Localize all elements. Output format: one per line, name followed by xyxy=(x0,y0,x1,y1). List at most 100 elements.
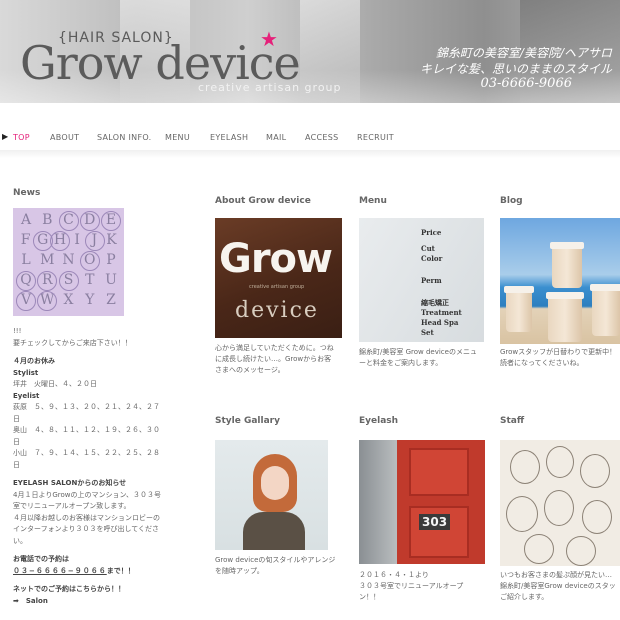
letter: F xyxy=(20,232,31,248)
news-line: 坪井 火曜日、４、２０日 xyxy=(13,380,97,388)
news-line: 室でリニューアルオープン致します。 xyxy=(13,502,131,510)
news-line: 小山 ７、９、１４、１５、２２、２５、２８ xyxy=(13,449,160,457)
nav-arrow-icon: ▶ xyxy=(2,132,9,141)
news-line: Stylist xyxy=(13,368,39,377)
header-banner: {HAIR SALON} Grow device ★ creative arti… xyxy=(0,0,620,103)
letter: U xyxy=(105,272,117,288)
letter: V xyxy=(16,291,36,312)
caption-line: さまへのメッセージ。 xyxy=(215,366,285,374)
nav-item-mail[interactable]: MAIL xyxy=(266,133,286,142)
door-frame xyxy=(359,440,397,564)
about-caption: 心から満足していただくために。つね に成長し続けたい…。Growからお客 さまへ… xyxy=(215,343,334,376)
letter: P xyxy=(106,252,116,268)
caption-line: ン！！ xyxy=(359,593,380,601)
menu-title[interactable]: Menu xyxy=(359,196,387,206)
coffee-cup-image xyxy=(590,284,620,336)
nav-item-eyelash[interactable]: EYELASH xyxy=(210,133,248,142)
letter: Z xyxy=(106,292,116,308)
news-line: !!! xyxy=(13,327,22,335)
coffee-cup-image xyxy=(550,242,584,288)
eyelash-title[interactable]: Eyelash xyxy=(359,416,398,426)
staff-sketch xyxy=(510,450,540,484)
letter: A xyxy=(20,212,32,228)
style-gallery-title[interactable]: Style Gallary xyxy=(215,416,280,426)
news-title: News xyxy=(13,188,41,198)
letter: E xyxy=(101,211,121,232)
letter: S xyxy=(58,271,79,292)
nav-item-recruit[interactable]: RECRUIT xyxy=(357,133,394,142)
staff-sketch xyxy=(580,454,610,488)
letter: K xyxy=(106,232,117,248)
eyelash-image[interactable]: 303 xyxy=(359,440,485,564)
letter: N xyxy=(62,252,75,268)
nav-divider xyxy=(0,150,620,158)
caption-line: いつもお客さまの髪ぷ顔が見たい… xyxy=(500,571,612,579)
staff-sketch xyxy=(546,446,574,478)
caption-line: 心から満足していただくために。つね xyxy=(215,344,334,352)
staff-sketch xyxy=(566,536,596,566)
about-image-text: Grow xyxy=(219,236,333,282)
news-body: !!! 要チェックしてからご来店下さい！！ ４月のお休み Stylist 坪井 … xyxy=(13,326,173,607)
staff-title[interactable]: Staff xyxy=(500,416,524,426)
staff-sketch xyxy=(506,496,538,532)
menu-image-text: Set xyxy=(421,328,434,337)
staff-image[interactable] xyxy=(500,440,620,566)
caption-line: ーと料金をご案内します。 xyxy=(359,359,443,367)
letter: Q xyxy=(16,271,36,292)
door-number: 303 xyxy=(419,514,451,530)
news-line: Eyelist xyxy=(13,391,40,400)
caption-line: Grow deviceの旬スタイルやアレンジ xyxy=(215,556,336,564)
caption-line: 読者になってくださいね。 xyxy=(500,359,584,367)
letter: B xyxy=(42,212,53,228)
style-caption: Grow deviceの旬スタイルやアレンジ を随時アップ。 xyxy=(215,555,335,577)
nav-item-menu[interactable]: MENU xyxy=(165,133,190,142)
header-tagline: キレイな髪、思いのままのスタイル xyxy=(419,62,612,76)
menu-image-text: Cut xyxy=(421,244,435,253)
logo-subtitle: creative artisan group xyxy=(198,81,342,94)
news-letters-image[interactable]: A B C D E F G H I J K L M N O P Q R S T … xyxy=(13,208,124,316)
menu-image[interactable]: Price Cut Color Perm 縮毛矯正 Treatment Head… xyxy=(359,218,484,342)
letter: I xyxy=(74,232,80,248)
staff-sketch xyxy=(524,534,554,564)
about-image[interactable]: Grow creative artisan group device xyxy=(215,218,342,338)
letter: H xyxy=(50,231,71,252)
salon-booking-link[interactable]: ➡ Salon xyxy=(13,596,173,608)
about-image-text: creative artisan group xyxy=(249,284,305,290)
blog-title[interactable]: Blog xyxy=(500,196,523,206)
letter: G xyxy=(33,231,54,252)
menu-image-text: Treatment xyxy=(421,308,462,317)
caption-line: 錦糸町/美容室Grow deviceのスタッ xyxy=(500,582,616,590)
blog-image[interactable] xyxy=(500,218,620,344)
eyelash-caption: ２０１６・４・１より ３０３号室でリニューアルオープ ン！！ xyxy=(359,570,463,603)
letter: X xyxy=(63,292,74,308)
caption-line: ２０１６・４・１より xyxy=(359,571,429,579)
news-line: インターフォンより３０３を呼び出してくださ xyxy=(13,525,160,533)
nav-item-access[interactable]: ACCESS xyxy=(305,133,339,142)
news-line: い。 xyxy=(13,536,27,545)
model-body xyxy=(243,512,305,550)
phone-link[interactable]: ０３−６６６６−９０６６ xyxy=(13,567,107,575)
letter: J xyxy=(84,231,105,252)
nav-item-about[interactable]: ABOUT xyxy=(50,133,79,142)
news-line: 日 xyxy=(13,460,20,469)
menu-image-text: Head Spa xyxy=(421,318,459,327)
letter: W xyxy=(37,291,58,312)
staff-sketch xyxy=(582,500,612,534)
nav-item-salon-info[interactable]: SALON INFO. xyxy=(97,133,151,142)
about-title[interactable]: About Grow device xyxy=(215,196,311,206)
news-line: お電話での予約は xyxy=(13,555,69,563)
letter: T xyxy=(85,272,95,288)
menu-image-text: Perm xyxy=(421,276,442,285)
header-tagline: 錦糸町の美容室/美容院/ヘアサロ xyxy=(435,46,612,60)
nav-item-top[interactable]: TOP xyxy=(13,133,30,142)
letter: C xyxy=(58,211,79,232)
header-phone: 03-6666-9066 xyxy=(480,76,573,91)
caption-line: Growスタッフが日替わりで更新中！ xyxy=(500,348,617,356)
caption-line: ご紹介します。 xyxy=(500,593,549,601)
news-line: 日 xyxy=(13,437,20,446)
news-heading: EYELASH SALONからのお知らせ xyxy=(13,479,127,487)
star-icon: ★ xyxy=(260,27,278,51)
news-line: ４月以降お越しのお客様はマンションロビーの xyxy=(13,513,160,522)
letter: Y xyxy=(85,292,95,308)
style-gallery-image[interactable] xyxy=(215,440,328,550)
